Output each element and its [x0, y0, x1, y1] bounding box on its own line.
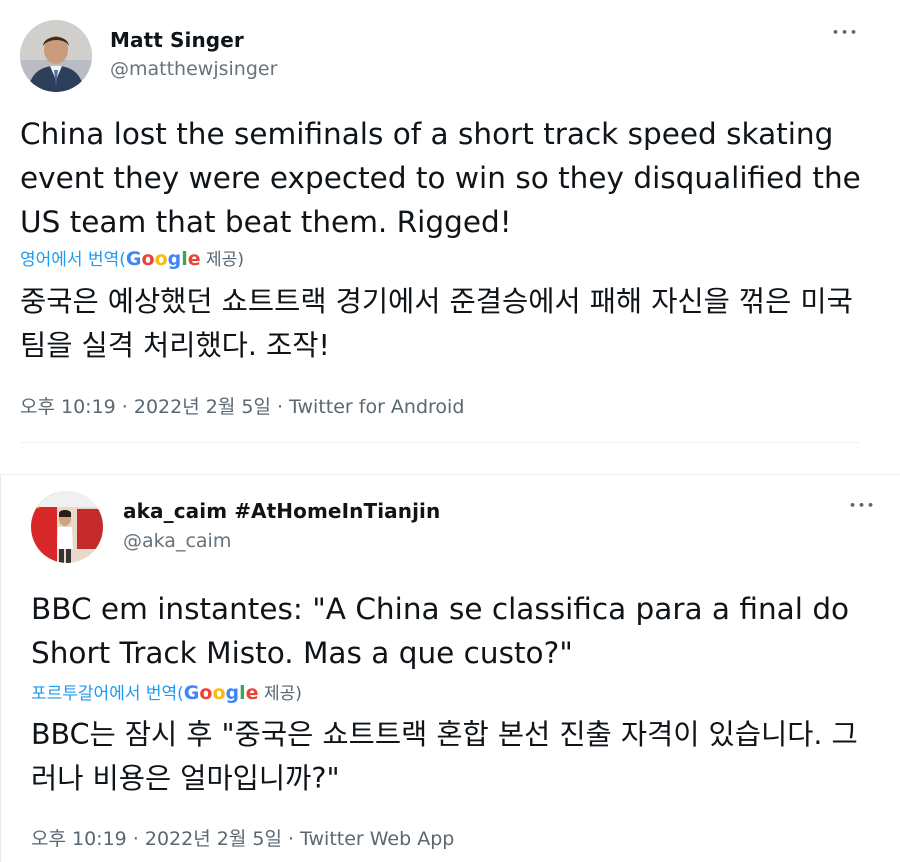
more-options-icon[interactable]: ••• [832, 26, 859, 39]
author-name[interactable]: aka_caim #AtHomeInTianjin [123, 499, 440, 523]
translate-provider-suffix: 제공) [200, 250, 244, 270]
google-logo: Google [184, 682, 259, 704]
google-letter: G [125, 248, 142, 270]
tweet-aka-caim: aka_caim #AtHomeInTianjin @aka_caim ••• … [0, 474, 900, 862]
tweet-text: China lost the semifinals of a short tra… [20, 117, 861, 239]
google-letter: o [212, 682, 226, 704]
google-letter: g [225, 682, 240, 704]
author-handle[interactable]: @aka_caim [123, 530, 231, 552]
tweet-timestamp[interactable]: 오후 10:19 · 2022년 2월 5일 · Twitter for And… [20, 392, 464, 419]
google-letter: o [154, 248, 168, 270]
translate-label: 포르투갈어에서 번역( [31, 684, 184, 704]
translated-text: 중국은 예상했던 쇼트트랙 경기에서 준결승에서 패해 자신을 꺾은 미국팀을 … [20, 285, 853, 362]
tweet-text: BBC em instantes: "A China se classifica… [31, 592, 850, 670]
google-letter: g [167, 248, 182, 270]
google-letter: G [183, 682, 200, 704]
google-letter: o [199, 682, 213, 704]
translated-text: BBC는 잠시 후 "중국은 쇼트트랙 혼합 본선 진출 자격이 있습니다. 그… [31, 718, 858, 795]
author-name[interactable]: Matt Singer [110, 28, 244, 52]
google-logo: Google [126, 248, 201, 270]
avatar[interactable] [31, 491, 103, 563]
translation-attribution[interactable]: 포르투갈어에서 번역(Google 제공) [31, 679, 302, 704]
more-options-icon[interactable]: ••• [849, 499, 876, 512]
google-letter: e [187, 248, 201, 270]
avatar[interactable] [20, 20, 92, 92]
google-letter: o [141, 248, 155, 270]
translation-attribution[interactable]: 영어에서 번역(Google 제공) [20, 245, 244, 270]
tweet-matt-singer: Matt Singer @matthewjsinger ••• China lo… [0, 0, 900, 445]
translate-provider-suffix: 제공) [258, 684, 302, 704]
divider [20, 442, 860, 443]
tweet-timestamp[interactable]: 오후 10:19 · 2022년 2월 5일 · Twitter Web App [31, 824, 454, 851]
author-handle[interactable]: @matthewjsinger [110, 58, 277, 80]
translate-label: 영어에서 번역( [20, 250, 126, 270]
google-letter: e [245, 682, 259, 704]
